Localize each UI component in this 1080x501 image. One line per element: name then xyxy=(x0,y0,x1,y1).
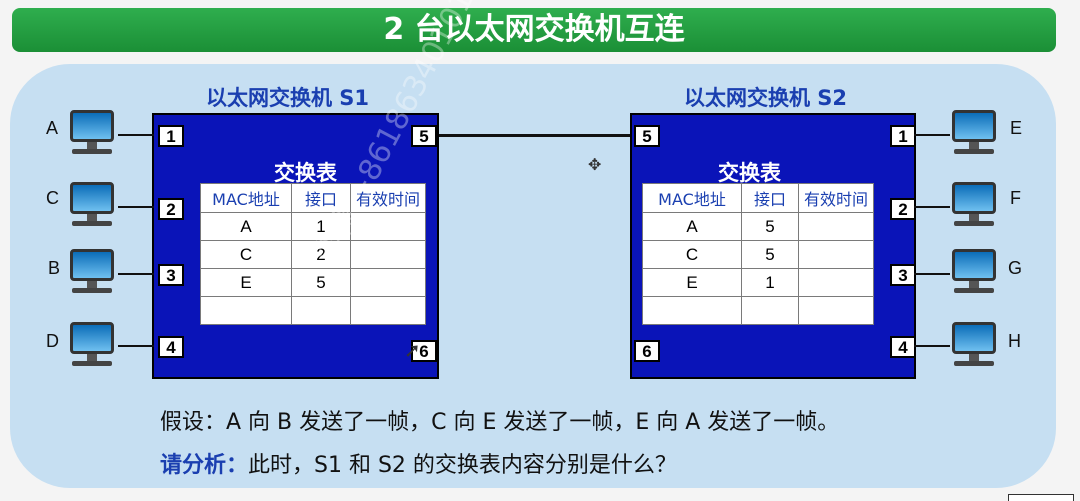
host-h-computer-icon xyxy=(952,322,996,366)
cell-mac: A xyxy=(642,212,742,241)
s2-switch-table: MAC地址 接口 有效时间 A 5 C 5 E 1 xyxy=(642,183,874,325)
slide-title: 2 台以太网交换机互连 xyxy=(12,8,1056,52)
cell-port: 5 xyxy=(291,268,351,297)
cell-port xyxy=(741,296,799,325)
corner-button[interactable] xyxy=(1008,494,1074,501)
switch-s2: 5 1 2 3 4 6 交换表 MAC地址 接口 有效时间 A 5 C 5 E … xyxy=(630,113,916,379)
cell-ttl xyxy=(798,296,874,325)
table-row: C 5 xyxy=(642,240,874,269)
cell-mac: E xyxy=(200,268,292,297)
cell-mac: C xyxy=(200,240,292,269)
cell-ttl xyxy=(798,240,874,269)
table-row: E 5 xyxy=(200,268,426,297)
cell-mac xyxy=(642,296,742,325)
host-g-computer-icon xyxy=(952,249,996,293)
switch-s2-title: 以太网交换机 S2 xyxy=(684,86,848,110)
table-row: E 1 xyxy=(642,268,874,297)
arrow-cursor-icon: ➚ xyxy=(404,338,421,362)
col-port: 接口 xyxy=(741,183,799,213)
s2-port-4: 4 xyxy=(890,336,916,358)
col-mac: MAC地址 xyxy=(200,183,292,213)
wire-e xyxy=(914,134,950,136)
wire-h xyxy=(914,345,950,347)
s1-port-4: 4 xyxy=(158,336,184,358)
host-e-computer-icon xyxy=(952,110,996,154)
col-mac: MAC地址 xyxy=(642,183,742,213)
s2-port-3: 3 xyxy=(890,264,916,286)
table-row xyxy=(642,296,874,325)
cell-ttl xyxy=(350,268,426,297)
cell-mac: E xyxy=(642,268,742,297)
host-label-b: B xyxy=(48,258,61,278)
wire-f xyxy=(914,206,950,208)
table-header-row: MAC地址 接口 有效时间 xyxy=(642,183,874,213)
assumption-text: 假设：A 向 B 发送了一帧，C 向 E 发送了一帧，E 向 A 发送了一帧。 xyxy=(160,410,840,435)
s1-port-3: 3 xyxy=(158,264,184,286)
cell-mac: A xyxy=(200,212,292,241)
wire-g xyxy=(914,273,950,275)
host-a-computer-icon xyxy=(70,110,114,154)
cell-ttl xyxy=(798,212,874,241)
host-label-a: A xyxy=(46,118,59,138)
host-f-computer-icon xyxy=(952,182,996,226)
s1-port-2: 2 xyxy=(158,198,184,220)
host-d-computer-icon xyxy=(70,322,114,366)
host-label-g: G xyxy=(1008,258,1023,278)
cell-port: 5 xyxy=(741,240,799,269)
switch-s1-title: 以太网交换机 S1 xyxy=(206,86,370,110)
col-ttl: 有效时间 xyxy=(798,183,874,213)
host-label-d: D xyxy=(46,331,59,351)
s2-port-2: 2 xyxy=(890,198,916,220)
host-label-e: E xyxy=(1010,118,1023,138)
question-text: 此时，S1 和 S2 的交换表内容分别是什么？ xyxy=(248,453,677,478)
host-c-computer-icon xyxy=(70,182,114,226)
wire-a xyxy=(118,134,154,136)
s2-port-1: 1 xyxy=(890,125,916,147)
question-label: 请分析： xyxy=(160,453,249,478)
s1-s2-link xyxy=(439,134,630,137)
wire-d xyxy=(118,345,154,347)
s1-port-5: 5 xyxy=(411,125,437,147)
host-b-computer-icon xyxy=(70,249,114,293)
cell-ttl xyxy=(350,296,426,325)
s1-port-1: 1 xyxy=(158,125,184,147)
cell-port: 5 xyxy=(741,212,799,241)
cell-ttl xyxy=(350,240,426,269)
host-label-c: C xyxy=(46,188,59,208)
cell-mac: C xyxy=(642,240,742,269)
move-cursor-icon: ✥ xyxy=(588,155,602,174)
host-label-h: H xyxy=(1008,331,1021,351)
cell-port xyxy=(291,296,351,325)
table-row xyxy=(200,296,426,325)
host-label-f: F xyxy=(1010,188,1021,208)
cell-mac xyxy=(200,296,292,325)
cell-ttl xyxy=(798,268,874,297)
wire-c xyxy=(118,206,154,208)
s2-port-6: 6 xyxy=(634,340,660,362)
wire-b xyxy=(118,273,154,275)
table-row: A 5 xyxy=(642,212,874,241)
cell-port: 1 xyxy=(741,268,799,297)
table-header-row: MAC地址 接口 有效时间 xyxy=(200,183,426,213)
s2-port-5: 5 xyxy=(634,125,660,147)
question-line: 请分析：此时，S1 和 S2 的交换表内容分别是什么？ xyxy=(160,447,677,479)
